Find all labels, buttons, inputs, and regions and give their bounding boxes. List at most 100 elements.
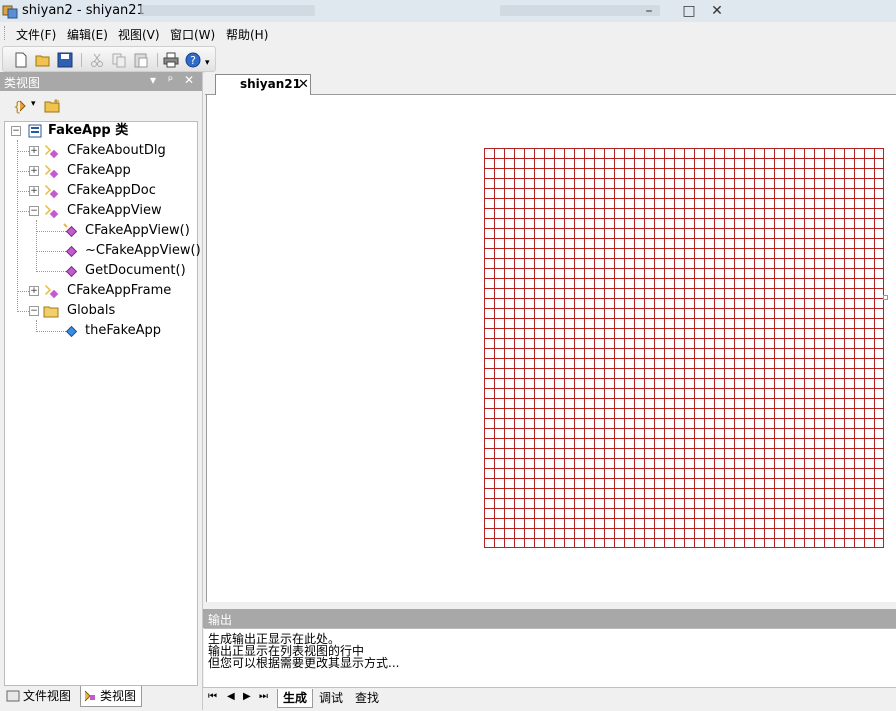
last-tab-icon[interactable]: ⏭ (259, 691, 268, 702)
resize-handle[interactable] (883, 295, 888, 300)
close-tab-icon[interactable]: ✕ (298, 77, 309, 92)
tab-shiyan21[interactable]: shiyan21 ✕ (215, 74, 311, 95)
document-tab-strip: shiyan21 ✕ (205, 72, 896, 95)
class-icon (45, 145, 59, 159)
tree-item-thefakeapp[interactable]: theFakeApp (63, 321, 193, 341)
tree-item-cfakeappview[interactable]: − CFakeAppView (29, 201, 194, 221)
menu-help[interactable]: 帮助(H) (226, 26, 268, 43)
class-view-toolbar: { ▾ (0, 92, 202, 120)
tree-line (36, 251, 66, 252)
pane-title: 类视图 (4, 76, 41, 90)
tree-label: GetDocument() (85, 263, 186, 278)
app-icon (2, 5, 18, 19)
svg-text:?: ? (190, 54, 196, 67)
menu-bar: 文件(F) 编辑(E) 视图(V) 窗口(W) 帮助(H) (0, 22, 896, 44)
collapse-icon[interactable]: − (29, 206, 39, 216)
project-icon (28, 124, 42, 138)
tree-label: CFakeApp (67, 163, 131, 178)
expand-icon[interactable]: + (29, 146, 39, 156)
tab-find[interactable]: 查找 (351, 689, 383, 707)
expand-icon[interactable]: + (29, 186, 39, 196)
tab-debug[interactable]: 调试 (315, 689, 347, 707)
output-text-area[interactable]: 生成输出正显示在此处。 输出正显示在列表视图的行中 但您可以根据需要更改其显示方… (204, 628, 896, 687)
tree-item-getdocument[interactable]: GetDocument() (63, 261, 193, 281)
tab-label: 类视图 (100, 689, 137, 703)
tree-item-cfakeaboutdlg[interactable]: + CFakeAboutDlg (29, 141, 194, 161)
menu-grip[interactable] (4, 26, 8, 40)
minimize-button[interactable]: – (640, 3, 658, 19)
tree-line (17, 151, 29, 152)
menu-file[interactable]: 文件(F) (16, 26, 56, 43)
first-tab-icon[interactable]: ⏮ (208, 691, 217, 702)
standard-toolbar: ? (2, 46, 216, 72)
copy-icon[interactable] (111, 52, 127, 68)
class-view-icon (84, 690, 95, 702)
expand-icon[interactable]: + (29, 286, 39, 296)
class-icon (45, 165, 59, 179)
tab-label: shiyan21 (240, 77, 301, 91)
toolbar: ? ▾ (0, 44, 896, 73)
class-view-pane: 类视图 ▾ ᵖ ✕ { ▾ − FakeApp 类 + CFakeAboutDl… (0, 72, 203, 710)
prev-tab-icon[interactable]: ◀ (227, 691, 235, 702)
tree-item-cfakeapp[interactable]: + CFakeApp (29, 161, 194, 181)
collapse-icon[interactable]: − (29, 306, 39, 316)
tree-line (36, 220, 37, 272)
method-icon (65, 245, 78, 258)
toolbar-separator (157, 53, 158, 67)
tree-line (17, 311, 29, 312)
menu-edit[interactable]: 编辑(E) (67, 26, 108, 43)
tree-item-ctor[interactable]: CFakeAppView() (63, 221, 193, 241)
tree-line (17, 191, 29, 192)
print-icon[interactable] (163, 52, 179, 68)
maximize-button[interactable]: □ (680, 3, 698, 19)
output-header: 输出 (203, 609, 896, 628)
class-tree: − FakeApp 类 + CFakeAboutDlg + CFakeApp +… (4, 121, 201, 686)
tree-label: CFakeAppDoc (67, 183, 156, 198)
pane-tab-strip: 文件视图 类视图 (0, 685, 202, 709)
new-file-icon[interactable] (13, 52, 29, 68)
tree-item-dtor[interactable]: ~CFakeAppView() (63, 241, 201, 261)
expand-icon[interactable]: + (29, 166, 39, 176)
tree-label: CFakeAppView (67, 203, 162, 218)
tab-build[interactable]: 生成 (277, 689, 313, 708)
tree-item-cfakeappdoc[interactable]: + CFakeAppDoc (29, 181, 194, 201)
close-pane-icon[interactable]: ✕ (184, 73, 194, 87)
pin-icon[interactable]: ᵖ (168, 73, 173, 87)
paste-icon[interactable] (133, 52, 149, 68)
collapse-icon[interactable]: − (11, 126, 21, 136)
tab-file-view[interactable]: 文件视图 (4, 686, 76, 706)
tree-line (36, 331, 66, 332)
pane-dropdown-icon[interactable]: ▾ (150, 73, 156, 87)
menu-view[interactable]: 视图(V) (118, 26, 160, 43)
toolbar-overflow-icon[interactable]: ▾ (205, 58, 210, 68)
cut-icon[interactable] (89, 52, 105, 68)
output-tab-strip: ⏮ ◀ ▶ ⏭ 生成 调试 查找 (203, 687, 896, 711)
next-tab-icon[interactable]: ▶ (243, 691, 251, 702)
tree-line (17, 140, 18, 310)
tab-class-view[interactable]: 类视图 (80, 686, 142, 707)
tree-label: ~CFakeAppView() (85, 243, 201, 258)
help-icon[interactable]: ? (185, 52, 201, 68)
method-icon (63, 223, 78, 238)
class-wizard-icon[interactable]: { (12, 98, 28, 114)
tab-label: 文件视图 (23, 689, 72, 703)
save-icon[interactable] (57, 52, 73, 68)
output-line: 但您可以根据需要更改其显示方式... (208, 656, 400, 670)
tree-label: theFakeApp (85, 323, 162, 338)
close-window-button[interactable]: ✕ (708, 3, 726, 19)
new-folder-icon[interactable] (44, 98, 60, 114)
document-view[interactable] (206, 95, 896, 602)
toolbar-separator (81, 53, 82, 67)
tree-item-globals[interactable]: − Globals (29, 301, 194, 321)
tree-item-cfakeappframe[interactable]: + CFakeAppFrame (29, 281, 194, 301)
variable-icon (65, 325, 78, 338)
menu-window[interactable]: 窗口(W) (170, 26, 215, 43)
tree-line (17, 291, 29, 292)
open-folder-icon[interactable] (35, 52, 51, 68)
dropdown-arrow-icon[interactable]: ▾ (31, 99, 36, 109)
method-icon (65, 265, 78, 278)
window-title: shiyan2 - shiyan21 (22, 3, 145, 18)
tree-item-root[interactable]: − FakeApp 类 (11, 121, 191, 141)
tree-label: Globals (67, 303, 116, 318)
tree-line (17, 211, 29, 212)
